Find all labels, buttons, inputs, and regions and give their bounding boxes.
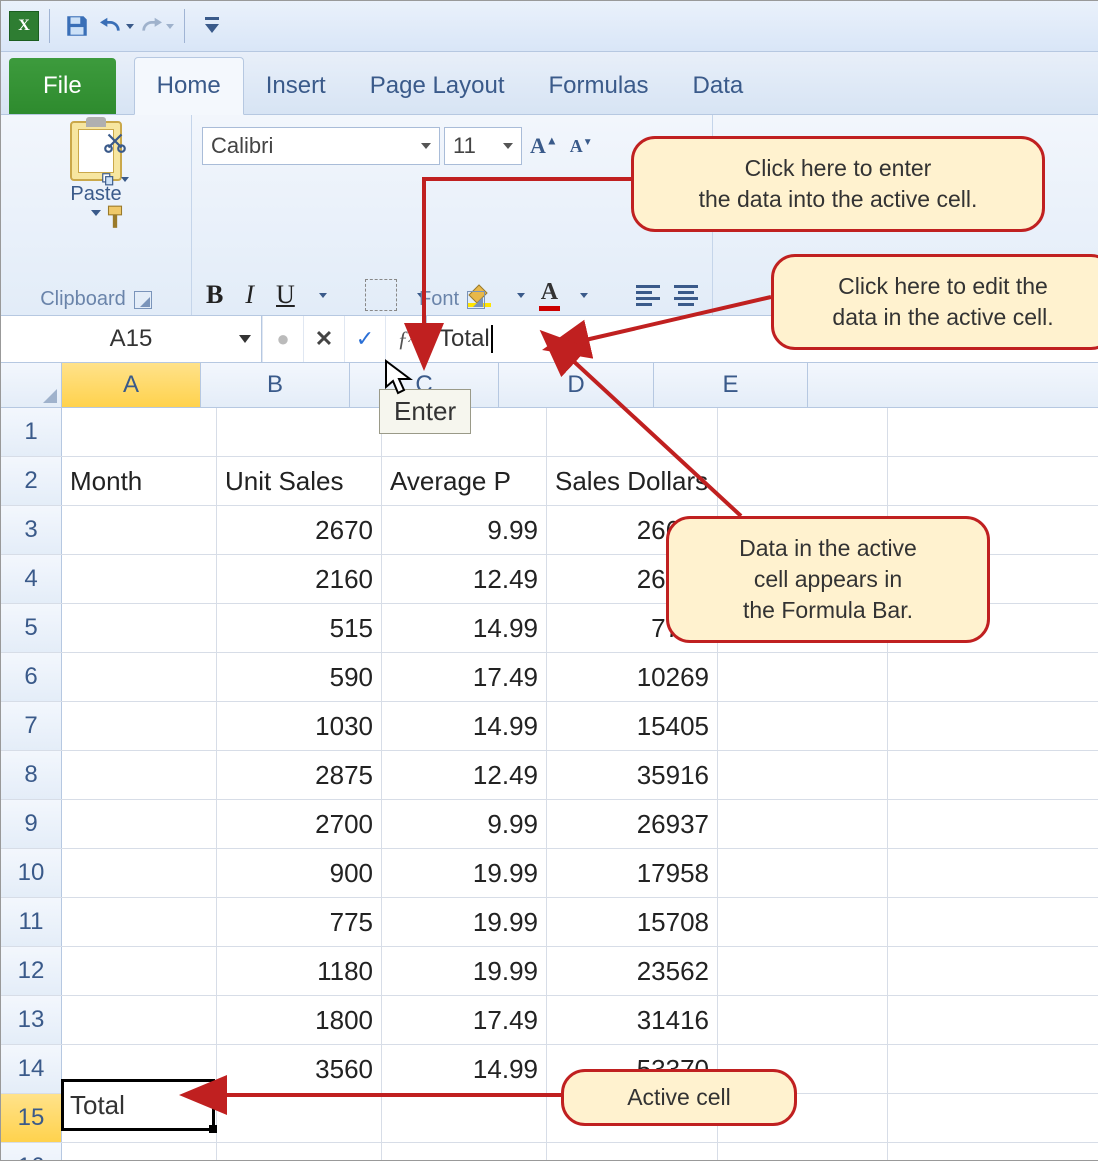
excel-window: X File Home Insert Page Layout Formulas … [0, 0, 1098, 1161]
callout-formula-bar: Data in the active cell appears in the F… [666, 516, 990, 643]
callout-active-cell: Active cell [561, 1069, 797, 1126]
callout-edit: Click here to edit the data in the activ… [771, 254, 1098, 350]
callout-enter: Click here to enter the data into the ac… [631, 136, 1045, 232]
